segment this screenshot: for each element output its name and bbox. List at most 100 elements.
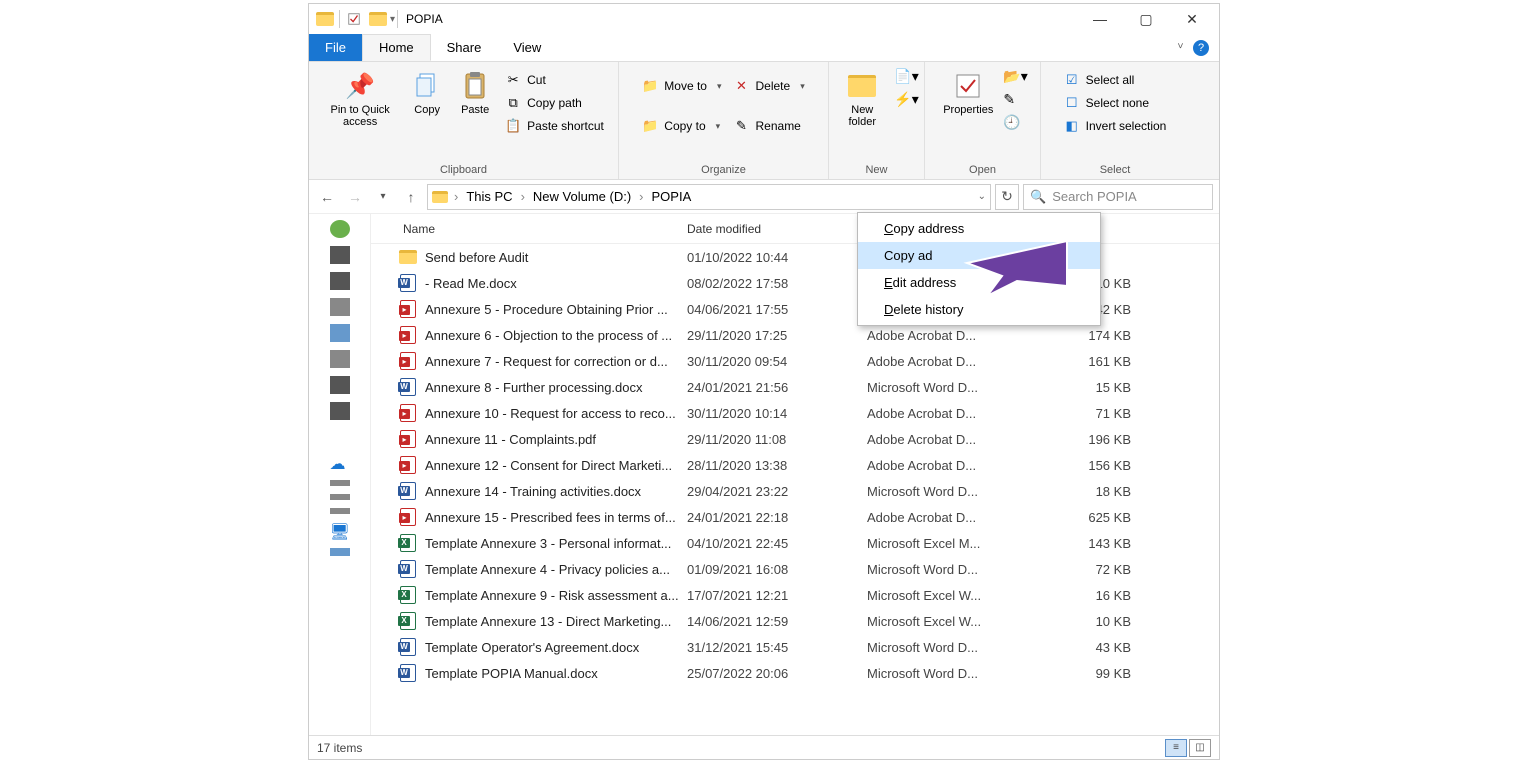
close-button[interactable]: ✕ [1169,4,1215,34]
file-name: Template POPIA Manual.docx [425,666,687,681]
breadcrumb-popia[interactable]: POPIA [650,189,694,204]
ribbon-collapse-icon[interactable]: ⱽ [1178,41,1183,55]
file-date: 29/04/2021 23:22 [687,484,867,499]
file-row[interactable]: Annexure 10 - Request for access to reco… [371,400,1219,426]
chevron-right-icon-2[interactable]: › [517,189,529,204]
new-folder-label: New folder [840,104,884,128]
file-type-icon [399,430,417,448]
nav-onedrive-icon[interactable]: ☁ [330,454,350,472]
nav-item-icon-9[interactable] [330,494,350,500]
file-row[interactable]: Annexure 12 - Consent for Direct Marketi… [371,452,1219,478]
copy-to-button[interactable]: 📁Copy to▾ [638,116,725,136]
rename-button[interactable]: ✎Rename [730,116,809,136]
file-size: 72 KB [1047,562,1147,577]
new-folder-button[interactable]: New folder [834,66,890,132]
up-button[interactable]: ↑ [399,185,423,209]
maximize-button[interactable]: ▢ [1123,4,1169,34]
search-box[interactable]: 🔍 Search POPIA [1023,184,1213,210]
file-size: 156 KB [1047,458,1147,473]
select-none-button[interactable]: ☐Select none [1060,93,1171,113]
edit-icon[interactable]: ✎ [1003,91,1027,108]
file-row[interactable]: Template POPIA Manual.docx25/07/2022 20:… [371,660,1219,686]
select-all-button[interactable]: ☑Select all [1060,70,1171,90]
nav-item-icon-11[interactable] [330,548,350,556]
file-row[interactable]: Template Operator's Agreement.docx31/12/… [371,634,1219,660]
move-to-button[interactable]: 📁Move to▾ [638,76,725,96]
qat-folder-icon[interactable] [369,10,387,28]
tab-file[interactable]: File [309,34,362,61]
file-row[interactable]: Template Annexure 3 - Personal informat.… [371,530,1219,556]
col-date[interactable]: Date modified [687,222,867,236]
pin-to-quick-access-button[interactable]: 📌 Pin to Quick access [319,66,401,132]
recent-locations-button[interactable]: ▾ [371,185,395,209]
file-row[interactable]: Annexure 7 - Request for correction or d… [371,348,1219,374]
file-row[interactable]: Template Annexure 9 - Risk assessment a.… [371,582,1219,608]
nav-item-icon-10[interactable] [330,508,350,514]
nav-this-pc-icon[interactable]: 🖥 [330,522,350,540]
nav-item-icon-5[interactable] [330,350,350,368]
chevron-right-icon-3[interactable]: › [635,189,647,204]
nav-item-icon-3[interactable] [330,298,350,316]
paste-shortcut-button[interactable]: 📋Paste shortcut [501,116,608,136]
easy-access-icon[interactable]: ⚡▾ [894,91,918,108]
titlebar-sep-2 [397,10,398,28]
copy-path-button[interactable]: ⧉Copy path [501,93,608,113]
nav-item-icon-8[interactable] [330,480,350,486]
properties-button[interactable]: Properties [937,66,999,120]
forward-button[interactable]: → [343,185,367,209]
back-button[interactable]: ← [315,185,339,209]
file-row[interactable]: Annexure 8 - Further processing.docx24/0… [371,374,1219,400]
file-type: Adobe Acrobat D... [867,510,1047,525]
file-type-icon [399,508,417,526]
file-row[interactable]: Template Annexure 13 - Direct Marketing.… [371,608,1219,634]
file-row[interactable]: Annexure 14 - Training activities.docx29… [371,478,1219,504]
file-row[interactable]: Annexure 15 - Prescribed fees in terms o… [371,504,1219,530]
help-icon[interactable]: ? [1193,40,1209,56]
file-name: Send before Audit [425,250,687,265]
refresh-button[interactable]: ↻ [995,184,1019,210]
breadcrumb-this-pc[interactable]: This PC [464,189,514,204]
file-size: 71 KB [1047,406,1147,421]
titlebar: ▾ POPIA — ▢ ✕ [309,4,1219,34]
tab-share[interactable]: Share [431,34,498,61]
view-icons-button[interactable]: ◫ [1189,739,1211,757]
new-item-icon[interactable]: 📄▾ [894,68,918,85]
paste-button[interactable]: Paste [453,66,497,120]
address-bar[interactable]: › This PC › New Volume (D:) › POPIA ⌄ [427,184,991,210]
file-date: 14/06/2021 12:59 [687,614,867,629]
breadcrumb-volume[interactable]: New Volume (D:) [531,189,633,204]
nav-green-icon[interactable] [330,220,350,238]
view-details-button[interactable]: ≡ [1165,739,1187,757]
file-name: Annexure 11 - Complaints.pdf [425,432,687,447]
file-name: Annexure 8 - Further processing.docx [425,380,687,395]
nav-folder-icon[interactable] [330,428,350,446]
navigation-pane[interactable]: ☁ 🖥 [309,214,371,735]
ribbon: 📌 Pin to Quick access Copy Paste ✂Cut ⧉C… [309,62,1219,180]
history-icon[interactable]: 🕘 [1003,114,1027,131]
minimize-button[interactable]: — [1077,4,1123,34]
file-row[interactable]: Template Annexure 4 - Privacy policies a… [371,556,1219,582]
nav-item-icon-6[interactable] [330,376,350,394]
nav-item-icon-2[interactable] [330,272,350,290]
status-bar: 17 items ≡ ◫ [309,735,1219,759]
file-type-icon [399,456,417,474]
tab-view[interactable]: View [497,34,557,61]
address-dropdown-icon[interactable]: ⌄ [978,191,986,202]
file-date: 24/01/2021 21:56 [687,380,867,395]
delete-button[interactable]: ✕Delete▾ [730,76,809,96]
qat-properties-icon[interactable] [345,10,363,28]
open-icon[interactable]: 📂▾ [1003,68,1027,85]
nav-item-icon-4[interactable] [330,324,350,342]
file-row[interactable]: Annexure 11 - Complaints.pdf29/11/2020 1… [371,426,1219,452]
nav-item-icon-7[interactable] [330,402,350,420]
group-new-label: New [829,161,924,179]
nav-item-icon[interactable] [330,246,350,264]
invert-selection-button[interactable]: ◧Invert selection [1060,116,1171,136]
chevron-right-icon[interactable]: › [450,189,462,204]
qat-dropdown-icon[interactable]: ▾ [390,14,395,25]
select-all-icon: ☑ [1064,72,1080,88]
cut-button[interactable]: ✂Cut [501,70,608,90]
copy-button[interactable]: Copy [405,66,449,120]
tab-home[interactable]: Home [362,34,431,61]
col-name[interactable]: Name [371,222,687,236]
